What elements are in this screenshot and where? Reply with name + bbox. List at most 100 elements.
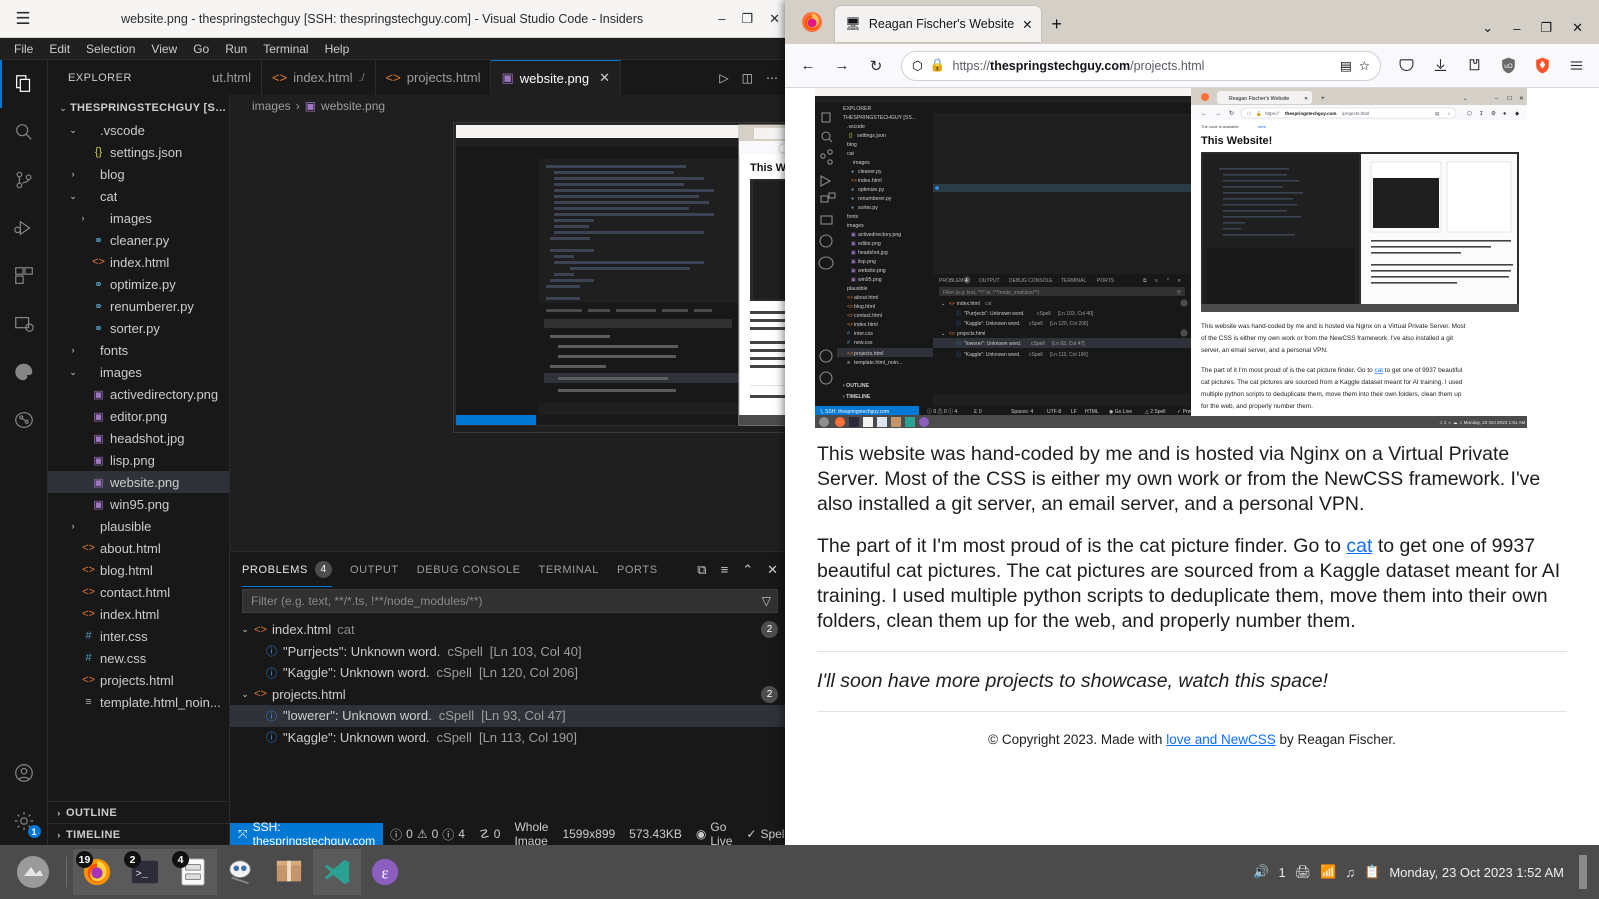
run-and-debug-icon[interactable] [0,204,48,252]
tree-item-inter-css[interactable]: #inter.css [48,625,229,647]
problem-item[interactable]: ⓘ"Kaggle": Unknown word.cSpell[Ln 120, C… [230,662,790,684]
tree-item-contact-html[interactable]: <>contact.html [48,581,229,603]
taskbar-terminal-icon[interactable]: >_2 [121,849,169,895]
address-bar[interactable]: ⬡ 🔒 https://thespringstechguy.com/projec… [901,51,1381,81]
view-as-table-icon[interactable]: ≡ [721,562,729,577]
tab-close-icon[interactable]: ✕ [1022,17,1032,32]
printer-icon[interactable]: 🖨 [1295,864,1312,880]
chevron-right-icon[interactable]: › [66,521,80,531]
remote-explorer-icon[interactable] [0,300,48,348]
split-editor-icon[interactable]: ◫ [742,71,753,85]
status-file-size[interactable]: 573.43KB [622,823,689,845]
status-image-dimensions[interactable]: 1599x899 [555,823,622,845]
tree-item-blog-html[interactable]: <>blog.html [48,559,229,581]
tree-item-fonts[interactable]: ›fonts [48,339,229,361]
menu-item-terminal[interactable]: Terminal [255,40,316,58]
brave-shield-icon[interactable] [1527,51,1557,81]
tree-item-editor-png[interactable]: ▣editor.png [48,405,229,427]
breadcrumb-item-file[interactable]: website.png [321,99,385,113]
problem-item[interactable]: ⓘ"Kaggle": Unknown word.cSpell[Ln 113, C… [230,727,790,749]
tree-item-new-css[interactable]: #new.css [48,647,229,669]
more-actions-icon[interactable]: ⋯ [766,71,778,85]
new-tab-button[interactable]: + [1041,6,1073,42]
editor-tab-ut-html[interactable]: ut.html [202,60,262,95]
vscode-close-button[interactable]: ✕ [769,12,780,25]
taskbar-grip-handle[interactable] [1579,855,1587,889]
taskbar-vscode-icon[interactable] [313,849,361,895]
back-button-icon[interactable]: ← [793,51,823,81]
tree-item-headshot-jpg[interactable]: ▣headshot.jpg [48,427,229,449]
chevron-right-icon[interactable]: › [76,213,90,223]
tree-item-about-html[interactable]: <>about.html [48,537,229,559]
chevron-down-icon[interactable]: ⌄ [56,103,70,114]
tree-item-template-html-noin-[interactable]: ≡template.html_noin... [48,691,229,713]
live-share-icon[interactable] [0,396,48,444]
menu-item-edit[interactable]: Edit [41,40,78,58]
tree-item-images[interactable]: ⌄images [48,361,229,383]
explorer-icon[interactable] [0,60,48,108]
tree-item-cat[interactable]: ⌄cat [48,185,229,207]
taskbar-archive-manager-icon[interactable] [265,849,313,895]
source-control-icon[interactable] [0,156,48,204]
panel-tab-debug-console[interactable]: DEBUG CONSOLE [417,552,521,587]
new-window-icon[interactable]: ⧉ [697,562,706,578]
taskbar-emacs-icon[interactable]: ε [361,849,409,895]
image-preview-area[interactable]: This Website! [230,117,790,551]
tree-item-blog[interactable]: ›blog [48,163,229,185]
tree-item-sorter-py[interactable]: ⚭sorter.py [48,317,229,339]
status-remote-ssh[interactable]: ⤧ SSH: thespringstechguy.com [230,823,383,845]
taskbar-gimp-icon[interactable] [217,849,265,895]
ublock-origin-icon[interactable]: uO [1493,51,1523,81]
tree-item-optimize-py[interactable]: ⚭optimize.py [48,273,229,295]
chevron-down-icon[interactable]: ⌄ [66,367,80,378]
extension-icon[interactable] [1459,51,1489,81]
filter-funnel-icon[interactable]: ▽ [762,594,771,608]
search-icon[interactable] [0,108,48,156]
status-image-mode[interactable]: Whole Image [507,823,555,845]
tracking-shield-icon[interactable]: ⬡ [912,58,923,73]
firefox-close-button[interactable]: ✕ [1572,20,1583,36]
edge-tools-icon[interactable] [0,348,48,396]
tree-item-plausible[interactable]: ›plausible [48,515,229,537]
tree-item-images[interactable]: ›images [48,207,229,229]
editor-tab-index-html[interactable]: <>index.html./ [262,60,376,95]
menu-item-selection[interactable]: Selection [78,40,143,58]
start-menu-icon[interactable] [6,849,60,895]
panel-tab-problems[interactable]: PROBLEMS4 [242,552,332,587]
pocket-icon[interactable] [1391,51,1421,81]
tree-item--vscode[interactable]: ⌄.vscode [48,119,229,141]
sidebar-section-outline[interactable]: ›OUTLINE [48,801,229,823]
app-menu-icon[interactable] [1561,51,1591,81]
music-icon[interactable]: ♫ [1345,865,1355,880]
cat-link[interactable]: cat [1346,535,1372,557]
taskbar-file-manager-icon[interactable]: 4 [169,849,217,895]
downloads-icon[interactable] [1425,51,1455,81]
wifi-icon[interactable]: 📶 [1320,864,1336,880]
status-problems-counts[interactable]: ⓘ 0 ⚠ 0 ⓘ 4 [383,823,472,845]
chevron-down-icon[interactable]: ⌄ [238,689,252,700]
explorer-root-folder[interactable]: ⌄THESPRINGSTECHGUY [SS... [48,97,229,119]
chevron-right-icon[interactable]: › [66,345,80,355]
forward-button-icon[interactable]: → [827,51,857,81]
settings-gear-icon[interactable]: 1 [0,797,48,845]
problems-filter-input[interactable]: Filter (e.g. text, **/*.ts, !**/node_mod… [242,589,778,613]
editor-tab-projects-html[interactable]: <>projects.html [376,60,492,95]
tree-item-lisp-png[interactable]: ▣lisp.png [48,449,229,471]
chevron-down-icon[interactable]: ⌄ [66,191,80,202]
chevron-down-icon[interactable]: ⌄ [238,624,252,635]
close-panel-icon[interactable]: ✕ [767,562,778,578]
tab-list-chevron-down-icon[interactable]: ⌄ [1482,20,1493,36]
clipboard-icon[interactable]: 📋 [1364,864,1380,880]
firefox-minimize-button[interactable]: – [1513,21,1520,36]
menu-item-file[interactable]: File [6,40,41,58]
problem-item[interactable]: ⓘ"Purrjects": Unknown word.cSpell[Ln 103… [230,641,790,663]
reader-mode-icon[interactable]: ▤ [1340,58,1352,73]
editor-tab-website-png[interactable]: ▣website.png✕ [491,60,621,95]
tree-item-renumberer-py[interactable]: ⚭renumberer.py [48,295,229,317]
chevron-right-icon[interactable]: › [52,830,66,840]
status-go-live[interactable]: ◉ Go Live [689,823,740,845]
browser-tab[interactable]: 🖥 Reagan Fischer's Website ✕ [835,6,1041,42]
extensions-icon[interactable] [0,252,48,300]
problems-group-header[interactable]: ⌄<>projects.html2 [230,684,790,706]
panel-tab-ports[interactable]: PORTS [617,552,658,587]
